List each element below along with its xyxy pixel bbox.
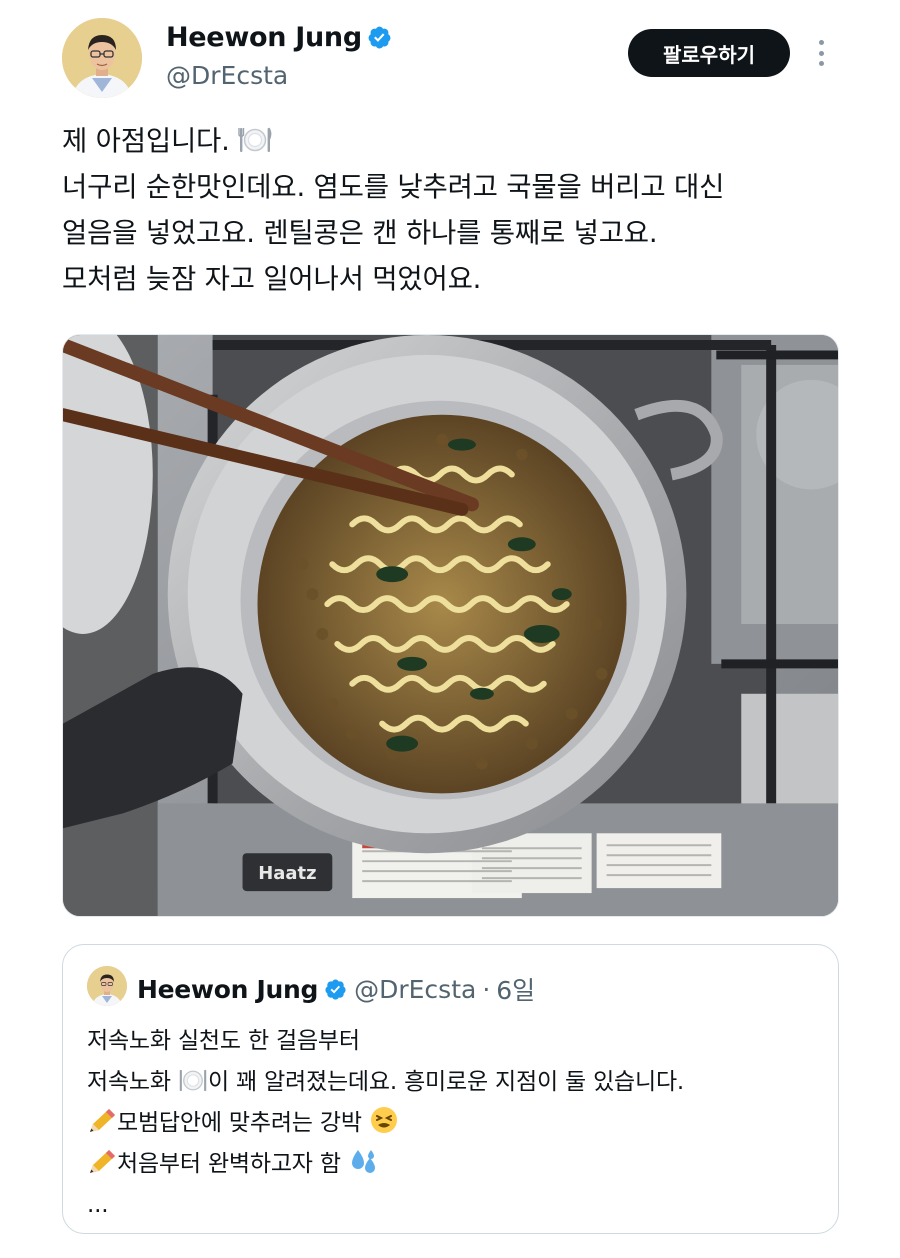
quoted-tweet-header: Heewon Jung @DrEcsta · 6일: [137, 971, 535, 1007]
author-avatar[interactable]: [62, 18, 142, 98]
separator-dot: ·: [482, 974, 491, 1004]
tweet-line-4: 모처럼 늦잠 자고 일어나서 먹었어요.: [62, 263, 482, 295]
pencil-icon: [87, 1107, 117, 1135]
quoted-line-2-after: 이 꽤 알려졌는데요. 흥미로운 지점이 둘 있습니다.: [207, 1069, 685, 1095]
sweat-droplets-icon: [348, 1146, 378, 1176]
tweet-line-3: 얼음을 넣었고요. 렌틸콩은 캔 하나를 통째로 넣고요.: [62, 217, 658, 249]
quoted-line-5: ...: [87, 1192, 109, 1218]
quoted-author-handle[interactable]: @DrEcsta: [354, 975, 476, 1004]
quoted-tweet-time[interactable]: 6일: [496, 971, 535, 1007]
author-handle[interactable]: @DrEcsta: [166, 61, 288, 90]
verified-badge-icon[interactable]: [367, 25, 392, 50]
more-options-icon[interactable]: [806, 36, 836, 70]
follow-button[interactable]: 팔로우하기: [628, 29, 790, 77]
quoted-line-2-before: 저속노화: [87, 1069, 178, 1095]
tweet-line-2: 너구리 순한맛인데요. 염도를 낮추려고 국물을 버리고 대신: [62, 171, 725, 203]
quoted-line-3: 모범답안에 맞추려는 강박: [87, 1103, 827, 1144]
stove-brand-label: Haatz: [258, 863, 316, 884]
more-dot: [818, 61, 824, 66]
quoted-line-1: 저속노화 실천도 한 걸음부터: [87, 1028, 360, 1054]
quoted-line-4: 처음부터 완벽하고자 함: [87, 1144, 827, 1185]
quoted-line-3-text: 모범답안에 맞추려는 강박: [117, 1110, 369, 1136]
author-name[interactable]: Heewon Jung: [166, 22, 392, 53]
plate-with-cutlery-icon: [238, 125, 272, 155]
tweet-photo[interactable]: Haatz: [62, 334, 839, 917]
plate-with-cutlery-icon: [178, 1067, 208, 1094]
tweet-line-1: 제 아점입니다.: [62, 118, 862, 164]
pencil-icon: [87, 1148, 117, 1176]
quoted-line-4-text: 처음부터 완벽하고자 함: [117, 1151, 348, 1177]
tweet-text: 제 아점입니다. 너구리 순한맛인데요. 염도를 낮추려고 국물을 버리고 대신…: [62, 118, 862, 302]
verified-badge-icon[interactable]: [324, 978, 347, 1001]
quoted-tweet-text: 저속노화 실천도 한 걸음부터 저속노화 이 꽤 알려졌는데요. 흥미로운 지점…: [87, 1021, 827, 1226]
quoted-author-name[interactable]: Heewon Jung: [137, 975, 318, 1004]
more-dot: [818, 50, 824, 56]
author-name-text[interactable]: Heewon Jung: [166, 22, 362, 53]
tweet-line-1-text: 제 아점입니다.: [62, 125, 239, 157]
tired-face-icon: [369, 1105, 399, 1135]
quoted-line-2: 저속노화 이 꽤 알려졌는데요. 흥미로운 지점이 둘 있습니다.: [87, 1062, 827, 1103]
quoted-tweet[interactable]: Heewon Jung @DrEcsta · 6일 저속노화 실천도 한 걸음부…: [62, 944, 839, 1234]
more-dot: [818, 40, 824, 45]
quoted-author-avatar[interactable]: [87, 966, 127, 1006]
